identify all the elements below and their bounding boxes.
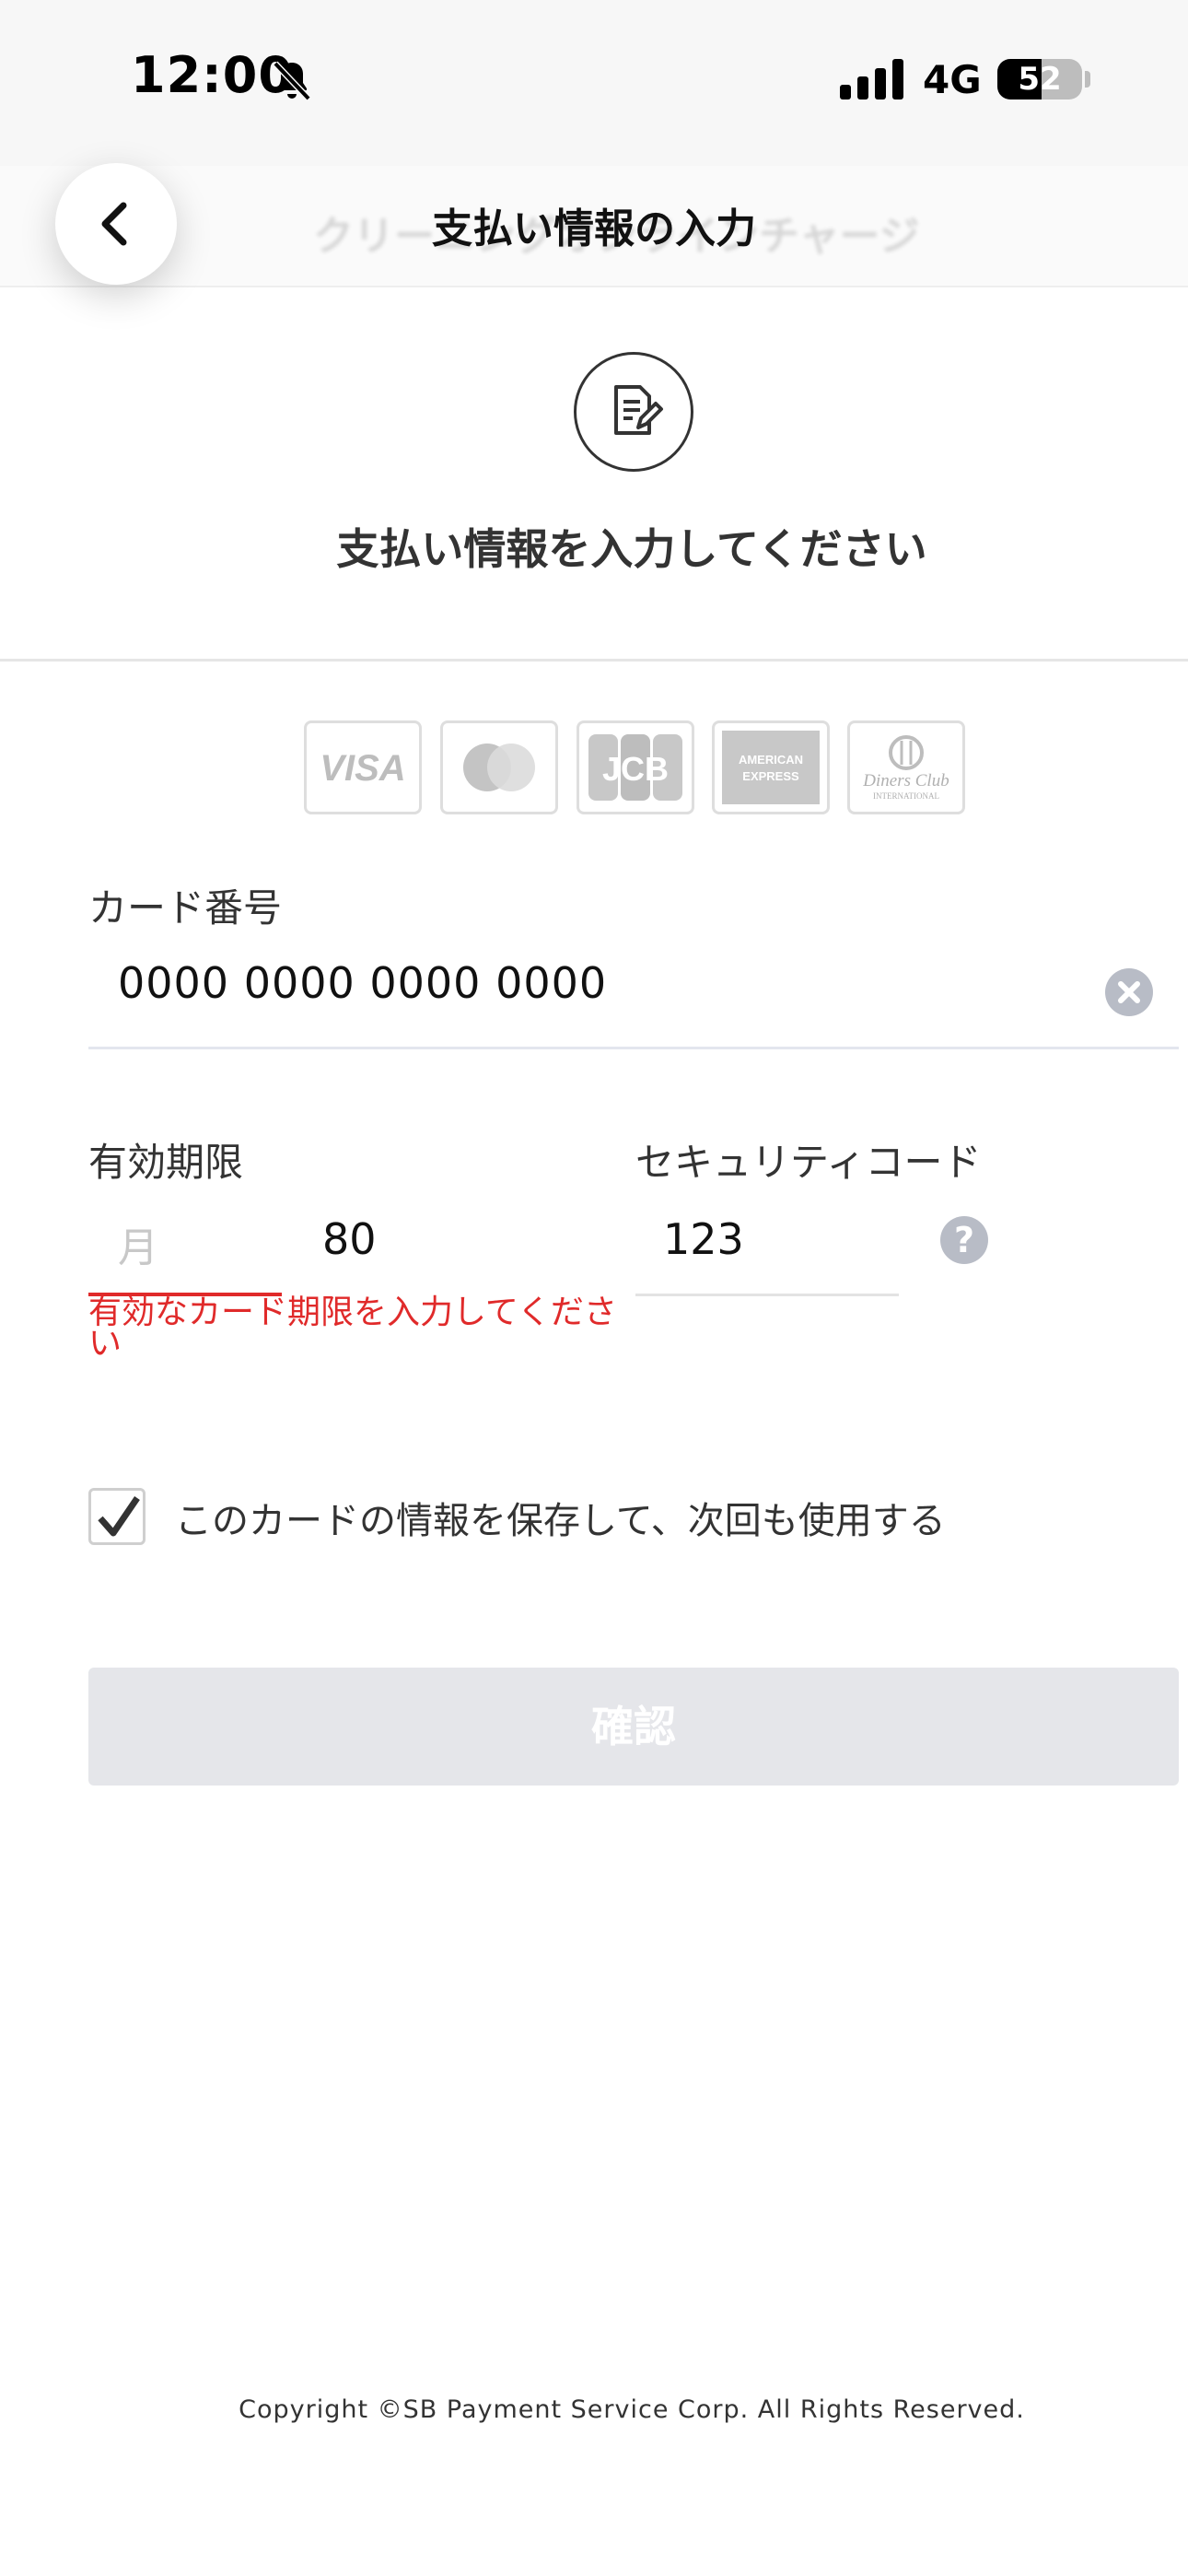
security-code-underline [635,1294,899,1296]
card-number-label: カード番号 [88,885,283,931]
security-code-input[interactable]: 123 [663,1214,744,1264]
battery-icon: 52 [997,59,1082,100]
intro-heading: 支払い情報を入力してください [336,524,927,574]
svg-text:VISA: VISA [320,748,405,789]
save-card-checkbox[interactable] [88,1488,146,1545]
bell-slash-icon [269,57,315,103]
battery-level: 52 [1018,61,1062,98]
jcb-logo-icon: JCB [577,720,694,814]
document-edit-icon [574,352,693,472]
expiry-year-input[interactable]: 80 [322,1214,377,1264]
save-card-label[interactable]: このカードの情報を保存して、次回も使用する [175,1491,946,1544]
section-divider [0,659,1188,662]
svg-text:AMERICAN: AMERICAN [739,753,803,767]
card-number-input[interactable]: 0000 0000 0000 0000 [118,958,607,1008]
question-circle-icon[interactable]: ? [940,1216,988,1264]
expiry-month-input[interactable]: 月 [118,1214,158,1273]
expiry-label: 有効期限 [88,1140,244,1185]
card-number-underline [88,1047,1179,1049]
page-title: 支払い情報の入力 [432,205,756,252]
back-button[interactable] [55,163,177,285]
clear-circle-icon[interactable] [1105,968,1153,1016]
svg-text:INTERNATIONAL: INTERNATIONAL [873,791,939,801]
svg-text:Diners Club: Diners Club [862,771,949,790]
checkmark-icon [98,1496,140,1537]
network-type: 4G [923,57,982,102]
chevron-left-icon [101,202,127,246]
signal-icon [840,59,906,100]
visa-logo-icon: VISA [304,720,422,814]
copyright-text: Copyright ©SB Payment Service Corp. All … [239,2395,1025,2424]
amex-logo-icon: AMERICAN EXPRESS [712,720,830,814]
svg-text:EXPRESS: EXPRESS [742,769,799,783]
diners-club-logo-icon: Diners Club INTERNATIONAL [847,720,965,814]
mastercard-logo-icon [440,720,558,814]
security-code-label: セキュリティコード [635,1140,982,1185]
svg-text:JCB: JCB [602,750,669,788]
battery-tip [1085,71,1090,88]
expiry-error-message: 有効なカード期限を入力してください [88,1294,617,1363]
confirm-button[interactable]: 確認 [88,1668,1179,1786]
